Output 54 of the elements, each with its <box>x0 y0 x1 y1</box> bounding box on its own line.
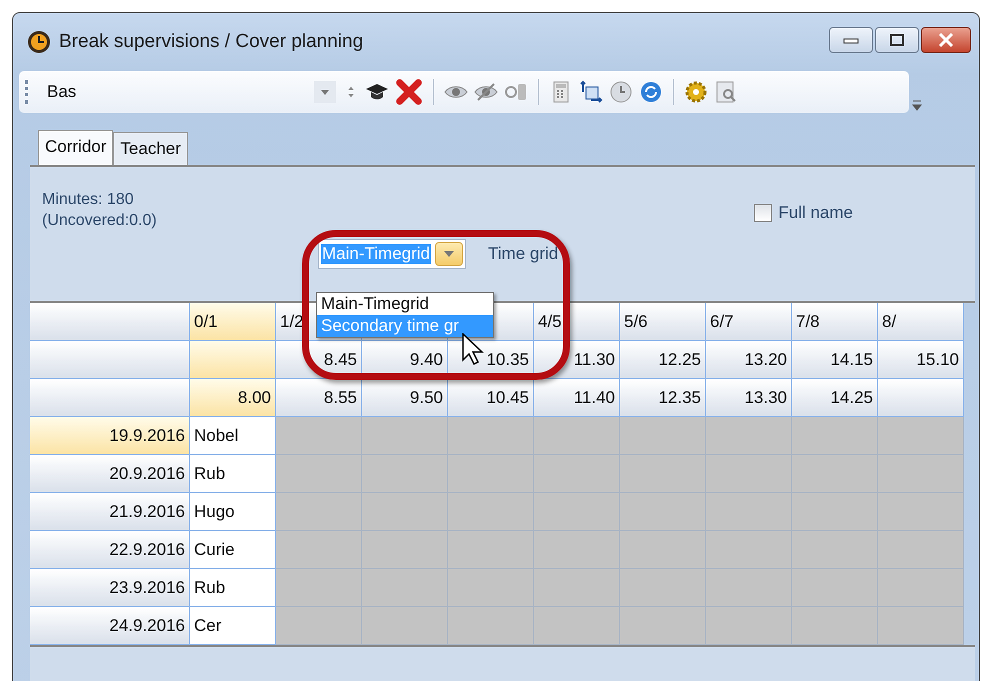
toolbar-combo[interactable]: Bas <box>37 82 307 102</box>
end-time-cell: 10.45 <box>448 379 534 417</box>
end-time-cell: 11.40 <box>534 379 620 417</box>
column-header: 5/6 <box>620 303 706 341</box>
end-time-cell: 9.50 <box>362 379 448 417</box>
start-time-cell: 12.25 <box>620 341 706 379</box>
end-time-cell: 8.55 <box>276 379 362 417</box>
end-time-cell: 8.00 <box>190 379 276 417</box>
table-arrows-icon[interactable] <box>579 80 603 104</box>
uncovered-text: (Uncovered:0.0) <box>42 211 157 231</box>
date-cell[interactable]: 24.9.2016 <box>30 607 190 645</box>
full-name-checkbox[interactable] <box>754 204 772 222</box>
start-time-cell: 15.10 <box>878 341 964 379</box>
tab[interactable]: Corridor <box>38 130 114 165</box>
date-cell[interactable]: 20.9.2016 <box>30 455 190 493</box>
supervisor-cell: Hugo <box>190 493 276 531</box>
date-cell[interactable]: 21.9.2016 <box>30 493 190 531</box>
settings-icon[interactable] <box>684 80 708 104</box>
maximize-button[interactable] <box>875 27 919 53</box>
start-time-cell: 14.15 <box>792 341 878 379</box>
time-grid-label: Time grid <box>488 244 558 264</box>
end-time-cell: 14.25 <box>792 379 878 417</box>
supervisor-cell: Rub <box>190 455 276 493</box>
caret-icon <box>444 251 454 257</box>
supervisor-cell: Nobel <box>190 417 276 455</box>
minimize-icon <box>843 36 859 44</box>
minutes-text: Minutes: 180 <box>42 190 135 210</box>
delete-icon[interactable] <box>395 78 423 106</box>
end-time-cell: 12.35 <box>620 379 706 417</box>
start-time-cell: 13.20 <box>706 341 792 379</box>
tab[interactable]: Teacher <box>113 132 188 165</box>
window-title: Break supervisions / Cover planning <box>59 31 364 53</box>
refresh-icon[interactable] <box>639 80 663 104</box>
maximize-icon <box>889 34 905 46</box>
column-header: 4/5 <box>534 303 620 341</box>
supervisor-cell: Rub <box>190 569 276 607</box>
date-cell[interactable]: 19.9.2016 <box>30 417 190 455</box>
supervisor-cell: Cer <box>190 607 276 645</box>
column-header: 6/7 <box>706 303 792 341</box>
full-name-label: Full name <box>778 203 853 223</box>
close-button[interactable] <box>921 27 971 53</box>
dropdown-button[interactable] <box>435 242 464 266</box>
clock-icon <box>27 30 51 54</box>
close-icon <box>938 33 954 47</box>
column-header: 8/ <box>878 303 964 341</box>
clock-icon[interactable] <box>609 80 633 104</box>
report-icon[interactable] <box>714 80 738 104</box>
end-time-cell: 13.30 <box>706 379 792 417</box>
supervisor-cell: Curie <box>190 531 276 569</box>
column-header: 0/1 <box>190 303 276 341</box>
date-cell[interactable]: 22.9.2016 <box>30 531 190 569</box>
minimize-button[interactable] <box>829 27 873 53</box>
column-header: 7/8 <box>792 303 878 341</box>
date-cell[interactable]: 23.9.2016 <box>30 569 190 607</box>
